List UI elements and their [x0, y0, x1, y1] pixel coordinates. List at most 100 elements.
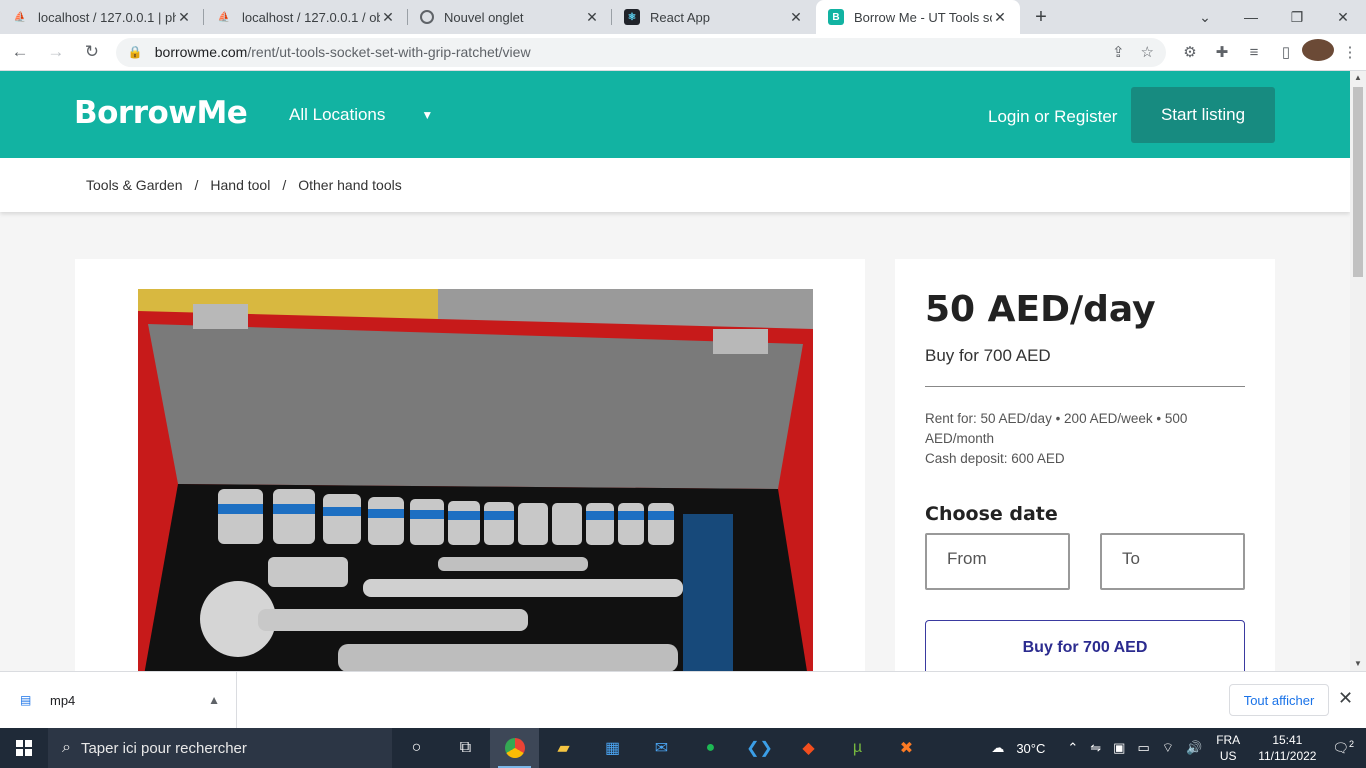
menu-icon[interactable]: ⋮	[1334, 43, 1366, 61]
chevron-down-icon: ▼	[421, 108, 434, 122]
show-all-downloads-button[interactable]: Tout afficher	[1229, 684, 1329, 716]
cash-deposit: Cash deposit: 600 AED	[925, 451, 1065, 466]
chevron-up-icon[interactable]: ▲	[208, 693, 220, 707]
utorrent-icon[interactable]: µ	[833, 728, 882, 768]
breadcrumb-item[interactable]: Hand tool	[210, 177, 270, 193]
chevron-up-icon[interactable]: ⌃	[1067, 740, 1078, 756]
page-viewport: BorrowMe All Locations ▼ Login or Regist…	[0, 71, 1350, 671]
profile-avatar[interactable]	[1301, 39, 1334, 65]
start-listing-button[interactable]: Start listing	[1131, 87, 1275, 143]
network-icon[interactable]: ⇋	[1090, 740, 1101, 756]
location-selector[interactable]: All Locations ▼	[289, 105, 433, 125]
lock-icon[interactable]: 🔒	[128, 45, 143, 59]
tab-title: Nouvel onglet	[444, 9, 524, 25]
browser-toolbar: ← → ↻ 🔒 borrowme.com/rent/ut-tools-socke…	[0, 34, 1366, 71]
rent-info: Rent for: 50 AED/day • 200 AED/week • 50…	[925, 409, 1245, 469]
buy-button[interactable]: Buy for 700 AED	[925, 620, 1245, 671]
site-logo[interactable]: BorrowMe	[74, 95, 248, 131]
battery-icon[interactable]: ▭	[1137, 740, 1149, 756]
vscode-icon[interactable]: ❮❯	[735, 728, 784, 768]
from-date-field[interactable]: From	[925, 533, 1070, 590]
chrome-icon	[420, 10, 434, 24]
chrome-taskbar-icon[interactable]	[490, 728, 539, 768]
scroll-up-icon[interactable]: ▲	[1350, 71, 1366, 85]
listing-gallery-card	[75, 259, 865, 671]
scroll-down-icon[interactable]: ▼	[1350, 657, 1366, 671]
window-controls: ⌄ — ❐ ✕	[1182, 0, 1366, 34]
tab-title: Borrow Me - UT Tools socket	[854, 9, 992, 25]
restore-button[interactable]: ❐	[1274, 0, 1320, 34]
system-tray: ☁ 30°C ⌃ ⇋ ▣ ▭ ⌔ 🔊 FRA US 15:41 11/11/202…	[985, 728, 1366, 768]
figma-icon[interactable]: ◆	[784, 728, 833, 768]
volume-icon[interactable]: 🔊	[1186, 740, 1202, 756]
to-date-field[interactable]: To	[1100, 533, 1245, 590]
close-tab-icon[interactable]: ✕	[176, 9, 192, 26]
browser-tab-active[interactable]: B Borrow Me - UT Tools socket ✕	[816, 0, 1020, 34]
reload-icon[interactable]: ↻	[76, 36, 108, 68]
close-tab-icon[interactable]: ✕	[992, 9, 1008, 26]
phpmyadmin-icon: ⛵	[217, 11, 231, 23]
page-scrollbar[interactable]: ▲ ▼	[1350, 71, 1366, 671]
extension-icon[interactable]: ⚙	[1174, 43, 1206, 61]
download-item[interactable]: ▤ mp4 ▲	[0, 672, 237, 728]
file-explorer-icon[interactable]: ▰	[539, 728, 588, 768]
rent-rates: Rent for: 50 AED/day • 200 AED/week • 50…	[925, 411, 1188, 446]
mail-icon[interactable]: ✉	[637, 728, 686, 768]
clock-time: 15:41	[1272, 733, 1303, 747]
device-icon[interactable]: ▣	[1113, 740, 1125, 756]
search-icon: ⌕	[62, 739, 71, 756]
login-register-link[interactable]: Login or Register	[988, 107, 1117, 127]
search-placeholder: Taper ici pour rechercher	[80, 739, 247, 757]
download-bar: ▤ mp4 ▲ Tout afficher ✕	[0, 671, 1366, 728]
close-tab-icon[interactable]: ✕	[788, 9, 804, 26]
breadcrumb-separator: /	[194, 177, 199, 193]
address-bar[interactable]: 🔒 borrowme.com/rent/ut-tools-socket-set-…	[115, 37, 1166, 67]
react-icon: ⚛	[624, 9, 640, 25]
bookmark-star-icon[interactable]: ☆	[1141, 43, 1154, 61]
close-window-button[interactable]: ✕	[1320, 0, 1366, 34]
puzzle-icon[interactable]: ✚	[1206, 43, 1238, 61]
windows-start-button[interactable]	[0, 728, 48, 768]
weather-temp[interactable]: 30°C	[1016, 741, 1045, 756]
new-tab-button[interactable]: +	[1020, 0, 1062, 34]
site-header: BorrowMe All Locations ▼ Login or Regist…	[0, 71, 1350, 158]
language-indicator[interactable]: FRA US	[1216, 732, 1240, 764]
tab-title: React App	[650, 9, 710, 25]
breadcrumb-item[interactable]: Tools & Garden	[86, 177, 183, 193]
share-icon[interactable]: ⇪	[1112, 43, 1125, 61]
close-tab-icon[interactable]: ✕	[380, 9, 396, 26]
breadcrumb-item[interactable]: Other hand tools	[298, 177, 402, 193]
browser-tab[interactable]: Nouvel onglet ✕	[408, 0, 612, 34]
taskbar-apps: ○ ⧉ ▰ ▦ ✉ ● ❮❯ ◆ µ ✖	[392, 728, 931, 768]
tab-search-icon[interactable]: ⌄	[1182, 0, 1228, 34]
download-filename: mp4	[50, 692, 76, 708]
minimize-button[interactable]: —	[1228, 0, 1274, 34]
reading-list-icon[interactable]: ≡	[1238, 44, 1270, 61]
xampp-icon[interactable]: ✖	[882, 728, 931, 768]
breadcrumb: Tools & Garden / Hand tool / Other hand …	[0, 158, 1350, 212]
clock-date: 11/11/2022	[1258, 749, 1317, 763]
back-icon[interactable]: ←	[4, 36, 36, 68]
notification-icon[interactable]: 🗨2	[1332, 739, 1354, 756]
forward-icon[interactable]: →	[40, 36, 72, 68]
spotify-icon[interactable]: ●	[686, 728, 735, 768]
clock[interactable]: 15:41 11/11/2022	[1258, 732, 1316, 764]
weather-icon[interactable]: ☁	[991, 740, 1004, 756]
listing-photo[interactable]	[138, 289, 813, 671]
cortana-icon[interactable]: ○	[392, 728, 441, 768]
wifi-icon[interactable]: ⌔	[1162, 740, 1174, 756]
url-text[interactable]: borrowme.com/rent/ut-tools-socket-set-wi…	[155, 44, 1096, 60]
scrollbar-thumb[interactable]	[1353, 87, 1363, 277]
close-tab-icon[interactable]: ✕	[584, 9, 600, 26]
choose-date-heading: Choose date	[925, 503, 1058, 525]
file-icon: ▤	[20, 693, 32, 707]
store-icon[interactable]: ▦	[588, 728, 637, 768]
task-view-icon[interactable]: ⧉	[441, 728, 490, 768]
windows-logo-icon	[16, 740, 32, 756]
browser-tab[interactable]: ⛵ localhost / 127.0.0.1 / obisto ✕	[204, 0, 408, 34]
side-panel-icon[interactable]: ▯	[1270, 43, 1302, 61]
browser-tab[interactable]: ⛵ localhost / 127.0.0.1 | phpMy ✕	[0, 0, 204, 34]
close-download-bar-icon[interactable]: ✕	[1338, 688, 1353, 709]
browser-tab[interactable]: ⚛ React App ✕	[612, 0, 816, 34]
taskbar-search[interactable]: ⌕ Taper ici pour rechercher	[48, 728, 392, 768]
